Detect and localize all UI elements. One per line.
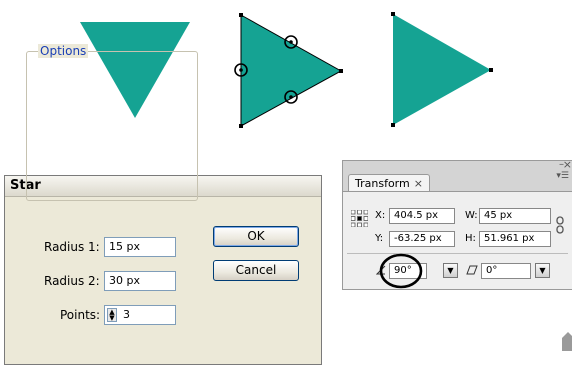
radius1-label: Radius 1: — [44, 240, 100, 254]
radius2-input[interactable]: 30 px — [104, 271, 176, 291]
radius1-input[interactable]: 15 px — [104, 237, 176, 257]
midpoint-dot-top — [289, 40, 293, 44]
triangle-right-selected-shape — [240, 14, 343, 127]
y-input[interactable]: -63.25 px — [389, 231, 455, 247]
panel-menu-icon[interactable]: ▾☰ — [556, 171, 569, 181]
anchor-point-right[interactable] — [489, 68, 493, 72]
ok-button[interactable]: OK — [213, 226, 299, 247]
tab-transform[interactable]: Transform × — [348, 174, 430, 191]
x-label: X: — [375, 210, 386, 221]
points-label: Points: — [60, 308, 101, 322]
anchor-point-top[interactable] — [391, 12, 395, 16]
shear-angle-icon — [466, 265, 478, 275]
rotate-dropdown-button[interactable]: ▼ — [443, 263, 458, 278]
midpoint-dot-bottom — [289, 95, 293, 99]
anchor-point-bottom[interactable] — [239, 124, 243, 128]
x-input[interactable]: 404.5 px — [389, 208, 455, 224]
tab-label: Transform — [355, 177, 410, 190]
panel-body: X: 404.5 px Y: -63.25 px W: 45 px H: 51.… — [343, 191, 572, 289]
transform-panel: – × ▾☰ Transform × X: 404.5 px Y: -63.25… — [342, 158, 572, 290]
w-label: W: — [465, 210, 478, 221]
y-label: Y: — [375, 233, 384, 244]
highlight-circle-annotation — [379, 253, 423, 289]
reference-point-icon[interactable] — [351, 210, 368, 227]
cursor-fragment-icon — [562, 332, 572, 351]
midpoint-dot-left — [239, 68, 243, 72]
tab-close-icon[interactable]: × — [414, 175, 423, 192]
anchor-point-right[interactable] — [339, 69, 343, 73]
w-input[interactable]: 45 px — [479, 208, 551, 224]
triangle-right-final-shape — [393, 14, 491, 125]
anchor-point-bottom[interactable] — [391, 123, 395, 127]
shear-input[interactable]: 0° — [481, 263, 531, 279]
anchor-point-top[interactable] — [239, 13, 243, 17]
triangle-selected-group[interactable] — [234, 13, 343, 128]
options-group — [26, 51, 198, 201]
constrain-proportions-link-icon[interactable] — [556, 216, 564, 234]
options-group-label: Options — [38, 44, 89, 58]
close-icon[interactable]: × — [563, 158, 572, 171]
shear-dropdown-button[interactable]: ▼ — [535, 263, 550, 278]
h-input[interactable]: 51.961 px — [479, 231, 551, 247]
triangle-final-group[interactable] — [391, 12, 493, 127]
radius2-label: Radius 2: — [44, 274, 100, 288]
cancel-button[interactable]: Cancel — [213, 260, 299, 281]
points-spinner-icon[interactable]: ▲ ▼ — [107, 308, 117, 322]
h-label: H: — [465, 233, 476, 244]
